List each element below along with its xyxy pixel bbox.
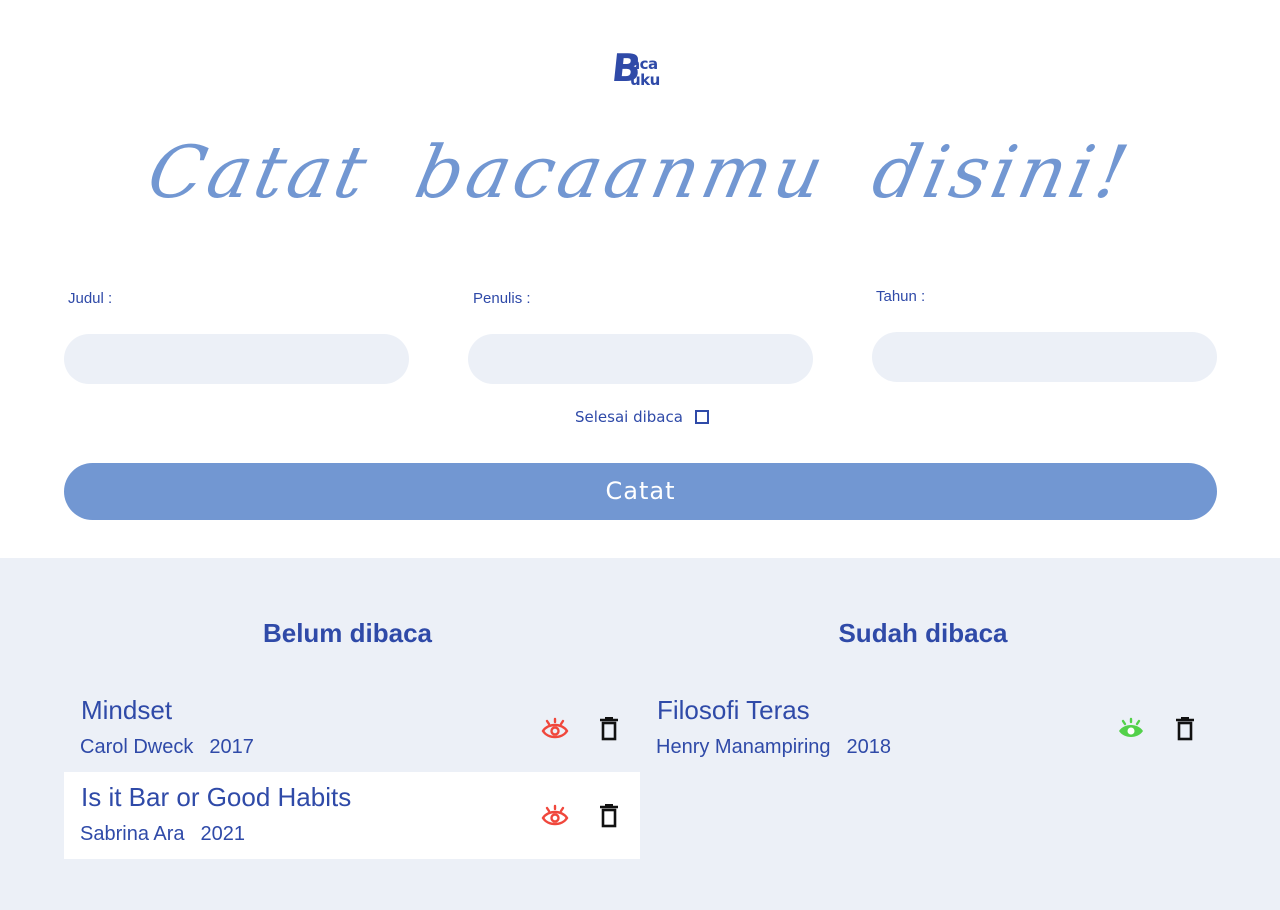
penulis-input[interactable]: [468, 334, 813, 384]
selesai-row: Selesai dibaca: [575, 408, 709, 426]
book-author: Carol Dweck: [80, 736, 194, 758]
read-heading: Sudah dibaca: [838, 618, 1008, 648]
unread-heading: Belum dibaca: [262, 618, 433, 648]
tahun-label: Tahun :: [876, 288, 926, 305]
trash-icon[interactable]: [594, 714, 624, 744]
selesai-label: Selesai dibaca: [575, 408, 683, 426]
trash-icon[interactable]: [594, 801, 624, 831]
logo-line-2: uku: [630, 71, 660, 89]
book-author: Sabrina Ara: [80, 823, 185, 845]
judul-input[interactable]: [64, 334, 409, 384]
book-title: Is it Bar or Good Habits: [81, 782, 352, 812]
hero-heading: Catat bacaanmu disini!: [140, 130, 1140, 214]
book-year: 2017: [209, 736, 254, 758]
unread-book-item: Mindset Carol Dweck 2017: [64, 685, 640, 772]
book-title: Mindset: [81, 695, 173, 725]
book-meta: Carol Dweck 2017: [80, 736, 254, 759]
eye-icon[interactable]: [540, 714, 570, 744]
penulis-label: Penulis :: [473, 290, 531, 307]
book-lists: Belum dibaca Sudah dibaca Mindset Carol …: [0, 558, 1280, 910]
book-title: Filosofi Teras: [657, 695, 810, 725]
judul-label: Judul :: [68, 290, 113, 307]
selesai-checkbox[interactable]: [694, 410, 709, 424]
logo: B aca uku: [610, 46, 668, 92]
book-year: 2021: [200, 823, 246, 845]
unread-book-item: Is it Bar or Good Habits Sabrina Ara 2021: [64, 772, 640, 859]
book-meta: Sabrina Ara 2021: [80, 823, 245, 846]
read-book-item: Filosofi Teras Henry Manampiring 2018: [640, 685, 1216, 772]
book-author: Henry Manampiring: [656, 736, 831, 758]
eye-icon[interactable]: [540, 801, 570, 831]
eye-icon[interactable]: [1116, 714, 1146, 744]
catat-button[interactable]: Catat: [64, 463, 1217, 520]
trash-icon[interactable]: [1170, 714, 1200, 744]
tahun-input[interactable]: [872, 332, 1217, 382]
book-year: 2018: [846, 736, 892, 758]
book-meta: Henry Manampiring 2018: [656, 736, 891, 759]
